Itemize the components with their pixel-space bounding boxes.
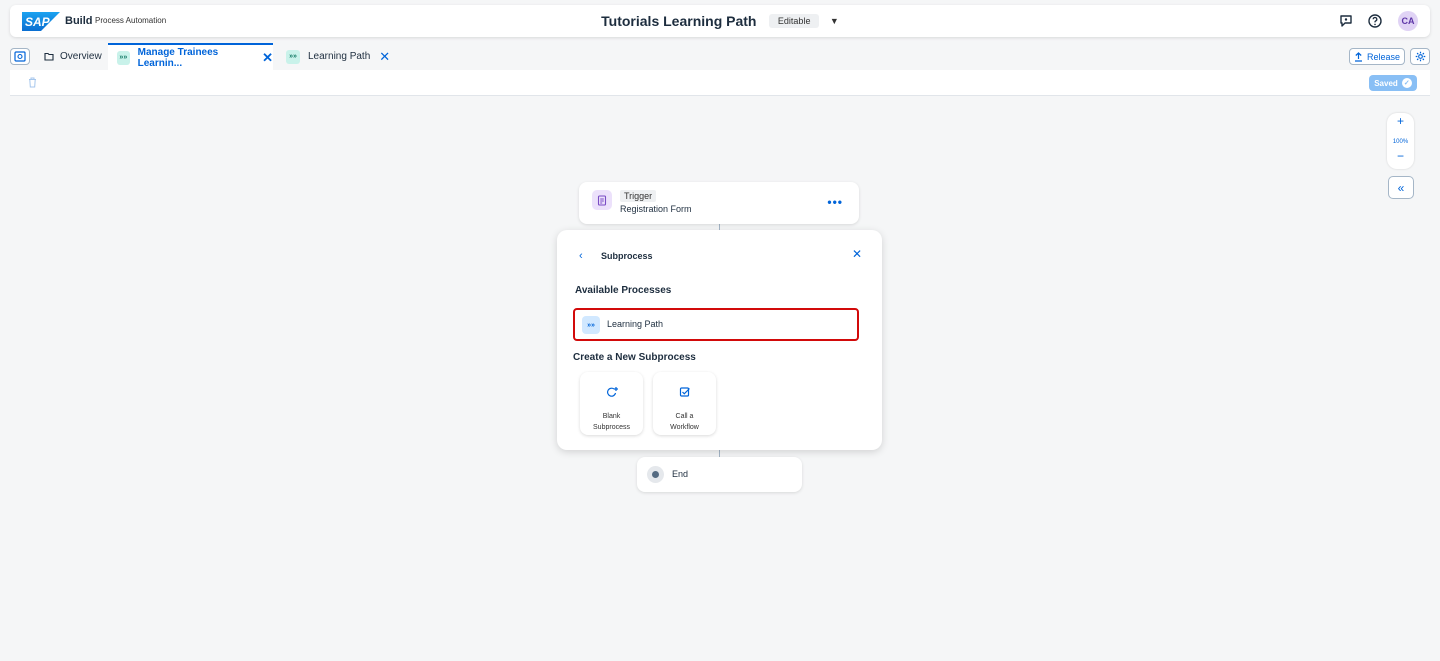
zoom-control: + 100% −: [1387, 113, 1414, 169]
double-chevron-left-icon: «: [1397, 180, 1405, 195]
project-title: Tutorials Learning Path: [601, 12, 757, 29]
chat-icon[interactable]: [1338, 13, 1354, 29]
release-button[interactable]: Release: [1349, 48, 1405, 65]
tab-overview[interactable]: Overview: [36, 43, 110, 70]
zoom-in-icon[interactable]: +: [1387, 113, 1414, 130]
trigger-chip: Trigger: [620, 190, 657, 202]
upload-icon: [1354, 51, 1362, 62]
flow-connector: [719, 450, 720, 457]
panel-icon: [14, 51, 26, 62]
subprocess-popover: ‹ Subprocess ✕ Available Processes »» Le…: [557, 230, 882, 450]
available-process-item[interactable]: »» Learning Path: [573, 308, 859, 341]
status-badge: Editable: [768, 13, 820, 28]
editor-toolbar: Saved ✓: [10, 70, 1430, 96]
caret-down-icon[interactable]: ▼: [830, 16, 839, 26]
gear-icon: [1415, 51, 1425, 62]
trigger-name: Registration Form: [620, 204, 692, 214]
tab-manage-trainees[interactable]: »» Manage Trainees Learnin... ✕: [108, 43, 273, 70]
folder-icon: [44, 52, 54, 61]
zoom-out-icon[interactable]: −: [1387, 148, 1414, 165]
end-label: End: [672, 469, 689, 479]
tile-label: Call a Workflow: [670, 413, 699, 431]
blank-subprocess-icon: [606, 387, 618, 397]
checkmark-icon: ✓: [1401, 78, 1412, 88]
project-header: Tutorials Learning Path Editable ▼: [10, 12, 1430, 30]
saved-label: Saved: [1374, 78, 1398, 88]
popover-title: Subprocess: [601, 251, 653, 261]
trigger-node[interactable]: Trigger Registration Form •••: [579, 182, 859, 224]
end-event-icon: [647, 466, 664, 483]
form-icon: [592, 190, 612, 210]
create-subprocess-heading: Create a New Subprocess: [573, 352, 696, 363]
back-chevron-icon[interactable]: ‹: [579, 250, 583, 262]
process-icon: »»: [286, 49, 300, 64]
more-icon[interactable]: •••: [827, 195, 843, 209]
settings-button[interactable]: [1410, 48, 1430, 65]
help-icon[interactable]: [1367, 13, 1383, 29]
call-workflow-icon: [679, 387, 690, 397]
close-icon[interactable]: ✕: [379, 50, 390, 63]
available-processes-heading: Available Processes: [575, 285, 672, 296]
collapse-panel-button[interactable]: «: [1388, 176, 1414, 199]
tab-label: Learning Path: [308, 51, 371, 62]
close-icon[interactable]: ✕: [262, 51, 273, 64]
call-workflow-tile[interactable]: Call a Workflow: [653, 372, 716, 435]
process-icon: »»: [582, 316, 600, 334]
zoom-level[interactable]: 100%: [1393, 139, 1408, 145]
tile-label: Blank Subprocess: [593, 413, 630, 431]
avatar[interactable]: CA: [1398, 11, 1418, 31]
tab-learning-path[interactable]: »» Learning Path ✕: [278, 43, 398, 70]
process-label: Learning Path: [607, 319, 664, 329]
process-icon: »»: [117, 50, 130, 65]
delete-icon[interactable]: [28, 77, 37, 88]
tab-label: Manage Trainees Learnin...: [137, 46, 219, 69]
end-node[interactable]: End: [637, 457, 802, 492]
close-icon[interactable]: ✕: [852, 247, 862, 261]
shell-bar: SAP Build Process Automation Tutorials L…: [10, 5, 1430, 37]
side-panel-toggle-button[interactable]: [10, 48, 30, 65]
tab-bar: Overview »» Manage Trainees Learnin... ✕…: [10, 43, 1430, 70]
blank-subprocess-tile[interactable]: Blank Subprocess: [580, 372, 643, 435]
tab-label: Overview: [60, 51, 102, 62]
release-label: Release: [1366, 51, 1401, 62]
saved-indicator: Saved ✓: [1369, 75, 1417, 91]
